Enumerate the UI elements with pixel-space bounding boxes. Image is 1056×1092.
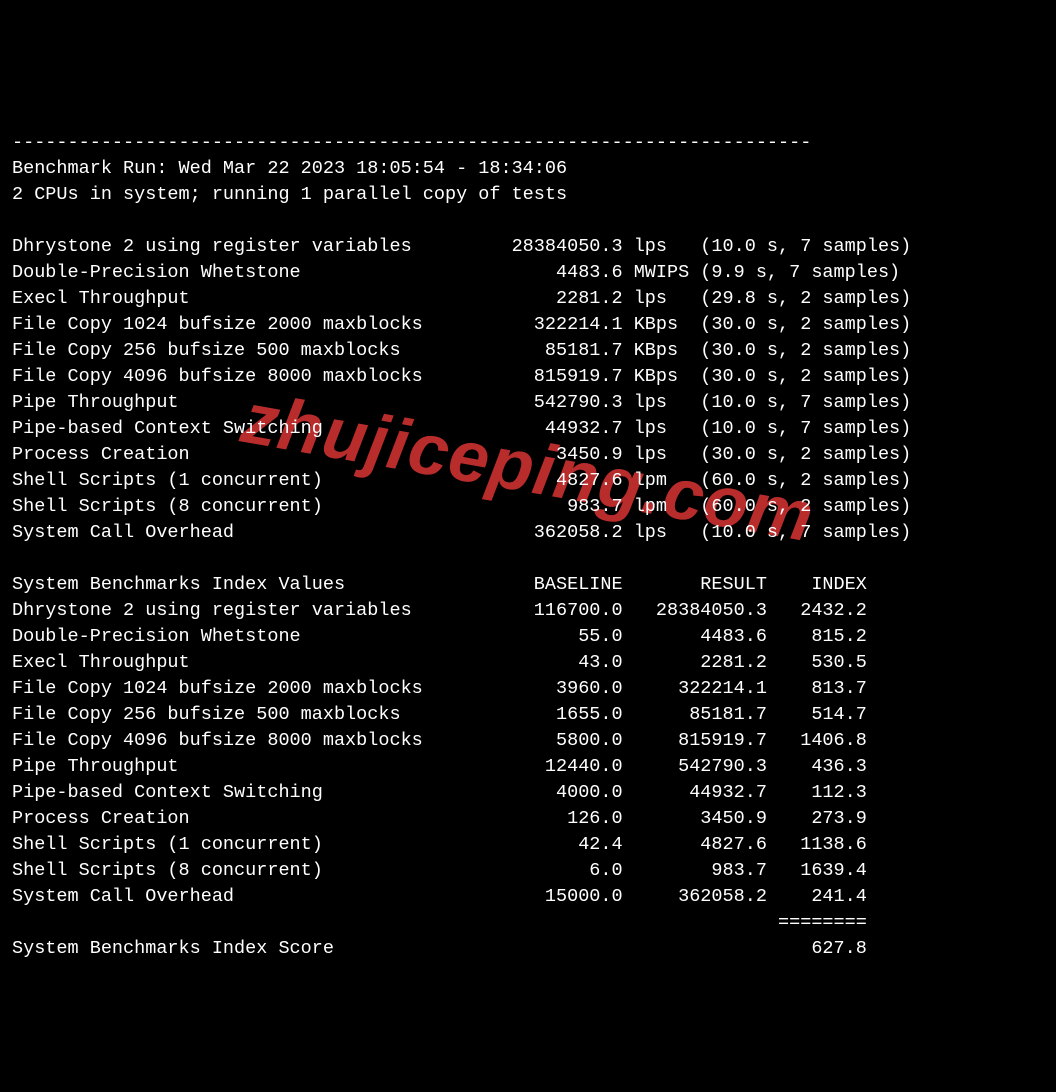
terminal-output: ----------------------------------------…	[0, 130, 1056, 962]
